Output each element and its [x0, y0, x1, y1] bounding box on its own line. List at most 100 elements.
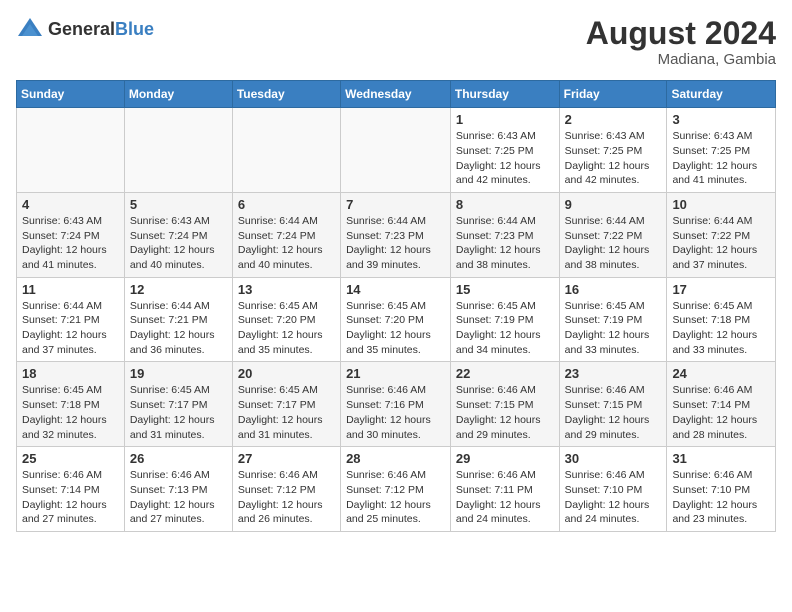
calendar-header: SundayMondayTuesdayWednesdayThursdayFrid… — [17, 81, 776, 108]
calendar-week-row: 4 Sunrise: 6:43 AM Sunset: 7:24 PM Daylig… — [17, 192, 776, 277]
calendar-cell: 18 Sunrise: 6:45 AM Sunset: 7:18 PM Dayli… — [17, 362, 125, 447]
day-of-week-header: Friday — [559, 81, 667, 108]
day-info: Sunrise: 6:43 AM Sunset: 7:24 PM Dayligh… — [130, 214, 227, 273]
day-info: Sunrise: 6:43 AM Sunset: 7:25 PM Dayligh… — [565, 129, 662, 188]
day-info: Sunrise: 6:43 AM Sunset: 7:25 PM Dayligh… — [672, 129, 770, 188]
calendar-week-row: 11 Sunrise: 6:44 AM Sunset: 7:21 PM Dayli… — [17, 277, 776, 362]
calendar-cell: 22 Sunrise: 6:46 AM Sunset: 7:15 PM Dayli… — [450, 362, 559, 447]
calendar-cell: 6 Sunrise: 6:44 AM Sunset: 7:24 PM Daylig… — [232, 192, 340, 277]
calendar-cell: 27 Sunrise: 6:46 AM Sunset: 7:12 PM Dayli… — [232, 447, 340, 532]
page-header: GeneralBlue August 2024 Madiana, Gambia — [16, 16, 776, 68]
day-info: Sunrise: 6:46 AM Sunset: 7:12 PM Dayligh… — [346, 468, 445, 527]
day-number: 18 — [22, 366, 119, 381]
day-of-week-header: Thursday — [450, 81, 559, 108]
day-info: Sunrise: 6:44 AM Sunset: 7:21 PM Dayligh… — [130, 299, 227, 358]
day-info: Sunrise: 6:46 AM Sunset: 7:15 PM Dayligh… — [565, 383, 662, 442]
day-info: Sunrise: 6:45 AM Sunset: 7:18 PM Dayligh… — [672, 299, 770, 358]
logo-icon — [16, 16, 44, 44]
day-info: Sunrise: 6:46 AM Sunset: 7:12 PM Dayligh… — [238, 468, 335, 527]
calendar-cell: 21 Sunrise: 6:46 AM Sunset: 7:16 PM Dayli… — [341, 362, 451, 447]
calendar-cell — [17, 108, 125, 193]
logo-text-general: General — [48, 19, 115, 39]
day-info: Sunrise: 6:46 AM Sunset: 7:10 PM Dayligh… — [672, 468, 770, 527]
day-number: 12 — [130, 282, 227, 297]
day-info: Sunrise: 6:46 AM Sunset: 7:14 PM Dayligh… — [672, 383, 770, 442]
day-number: 5 — [130, 197, 227, 212]
day-info: Sunrise: 6:46 AM Sunset: 7:16 PM Dayligh… — [346, 383, 445, 442]
calendar-cell: 2 Sunrise: 6:43 AM Sunset: 7:25 PM Daylig… — [559, 108, 667, 193]
calendar-week-row: 1 Sunrise: 6:43 AM Sunset: 7:25 PM Daylig… — [17, 108, 776, 193]
calendar-week-row: 18 Sunrise: 6:45 AM Sunset: 7:18 PM Dayli… — [17, 362, 776, 447]
day-header-row: SundayMondayTuesdayWednesdayThursdayFrid… — [17, 81, 776, 108]
day-number: 1 — [456, 112, 554, 127]
calendar-cell: 26Sunrise: 6:46 AM Sunset: 7:13 PM Dayli… — [124, 447, 232, 532]
day-number: 28 — [346, 451, 445, 466]
day-number: 9 — [565, 197, 662, 212]
logo: GeneralBlue — [16, 16, 154, 44]
day-number: 10 — [672, 197, 770, 212]
day-number: 7 — [346, 197, 445, 212]
day-number: 23 — [565, 366, 662, 381]
calendar-cell: 14Sunrise: 6:45 AM Sunset: 7:20 PM Dayli… — [341, 277, 451, 362]
day-info: Sunrise: 6:46 AM Sunset: 7:15 PM Dayligh… — [456, 383, 554, 442]
calendar-cell: 4Sunrise: 6:43 AM Sunset: 7:24 PM Daylig… — [17, 192, 125, 277]
logo-text-blue: Blue — [115, 19, 154, 39]
day-number: 14 — [346, 282, 445, 297]
day-info: Sunrise: 6:45 AM Sunset: 7:19 PM Dayligh… — [565, 299, 662, 358]
day-number: 21 — [346, 366, 445, 381]
calendar-cell: 31 Sunrise: 6:46 AM Sunset: 7:10 PM Dayli… — [667, 447, 776, 532]
calendar-cell: 9Sunrise: 6:44 AM Sunset: 7:22 PM Daylig… — [559, 192, 667, 277]
day-number: 27 — [238, 451, 335, 466]
day-number: 13 — [238, 282, 335, 297]
day-number: 19 — [130, 366, 227, 381]
day-number: 8 — [456, 197, 554, 212]
location-subtitle: Madiana, Gambia — [586, 51, 776, 68]
day-info: Sunrise: 6:44 AM Sunset: 7:22 PM Dayligh… — [672, 214, 770, 273]
calendar-cell: 19 Sunrise: 6:45 AM Sunset: 7:17 PM Dayli… — [124, 362, 232, 447]
day-of-week-header: Sunday — [17, 81, 125, 108]
day-number: 30 — [565, 451, 662, 466]
day-info: Sunrise: 6:46 AM Sunset: 7:11 PM Dayligh… — [456, 468, 554, 527]
calendar-table: SundayMondayTuesdayWednesdayThursdayFrid… — [16, 80, 776, 532]
day-number: 25 — [22, 451, 119, 466]
day-number: 17 — [672, 282, 770, 297]
day-number: 2 — [565, 112, 662, 127]
calendar-cell: 29Sunrise: 6:46 AM Sunset: 7:11 PM Dayli… — [450, 447, 559, 532]
calendar-cell: 5 Sunrise: 6:43 AM Sunset: 7:24 PM Daylig… — [124, 192, 232, 277]
calendar-cell: 3Sunrise: 6:43 AM Sunset: 7:25 PM Daylig… — [667, 108, 776, 193]
day-info: Sunrise: 6:45 AM Sunset: 7:17 PM Dayligh… — [130, 383, 227, 442]
day-number: 24 — [672, 366, 770, 381]
month-year-title: August 2024 — [586, 16, 776, 51]
day-number: 16 — [565, 282, 662, 297]
calendar-cell: 13Sunrise: 6:45 AM Sunset: 7:20 PM Dayli… — [232, 277, 340, 362]
day-number: 6 — [238, 197, 335, 212]
day-info: Sunrise: 6:43 AM Sunset: 7:25 PM Dayligh… — [456, 129, 554, 188]
calendar-cell: 15Sunrise: 6:45 AM Sunset: 7:19 PM Dayli… — [450, 277, 559, 362]
calendar-cell: 28 Sunrise: 6:46 AM Sunset: 7:12 PM Dayli… — [341, 447, 451, 532]
day-info: Sunrise: 6:46 AM Sunset: 7:10 PM Dayligh… — [565, 468, 662, 527]
day-number: 11 — [22, 282, 119, 297]
day-info: Sunrise: 6:44 AM Sunset: 7:24 PM Dayligh… — [238, 214, 335, 273]
calendar-week-row: 25Sunrise: 6:46 AM Sunset: 7:14 PM Dayli… — [17, 447, 776, 532]
calendar-cell — [232, 108, 340, 193]
calendar-cell: 25Sunrise: 6:46 AM Sunset: 7:14 PM Dayli… — [17, 447, 125, 532]
calendar-cell — [341, 108, 451, 193]
calendar-cell: 23 Sunrise: 6:46 AM Sunset: 7:15 PM Dayli… — [559, 362, 667, 447]
day-info: Sunrise: 6:45 AM Sunset: 7:18 PM Dayligh… — [22, 383, 119, 442]
day-info: Sunrise: 6:46 AM Sunset: 7:13 PM Dayligh… — [130, 468, 227, 527]
calendar-cell — [124, 108, 232, 193]
calendar-cell: 11 Sunrise: 6:44 AM Sunset: 7:21 PM Dayli… — [17, 277, 125, 362]
calendar-cell: 7 Sunrise: 6:44 AM Sunset: 7:23 PM Daylig… — [341, 192, 451, 277]
calendar-cell: 8Sunrise: 6:44 AM Sunset: 7:23 PM Daylig… — [450, 192, 559, 277]
day-info: Sunrise: 6:44 AM Sunset: 7:23 PM Dayligh… — [346, 214, 445, 273]
calendar-cell: 30 Sunrise: 6:46 AM Sunset: 7:10 PM Dayli… — [559, 447, 667, 532]
day-of-week-header: Saturday — [667, 81, 776, 108]
calendar-cell: 10 Sunrise: 6:44 AM Sunset: 7:22 PM Dayli… — [667, 192, 776, 277]
day-info: Sunrise: 6:44 AM Sunset: 7:21 PM Dayligh… — [22, 299, 119, 358]
day-of-week-header: Tuesday — [232, 81, 340, 108]
day-number: 22 — [456, 366, 554, 381]
day-of-week-header: Wednesday — [341, 81, 451, 108]
day-number: 31 — [672, 451, 770, 466]
calendar-cell: 16 Sunrise: 6:45 AM Sunset: 7:19 PM Dayli… — [559, 277, 667, 362]
day-number: 4 — [22, 197, 119, 212]
